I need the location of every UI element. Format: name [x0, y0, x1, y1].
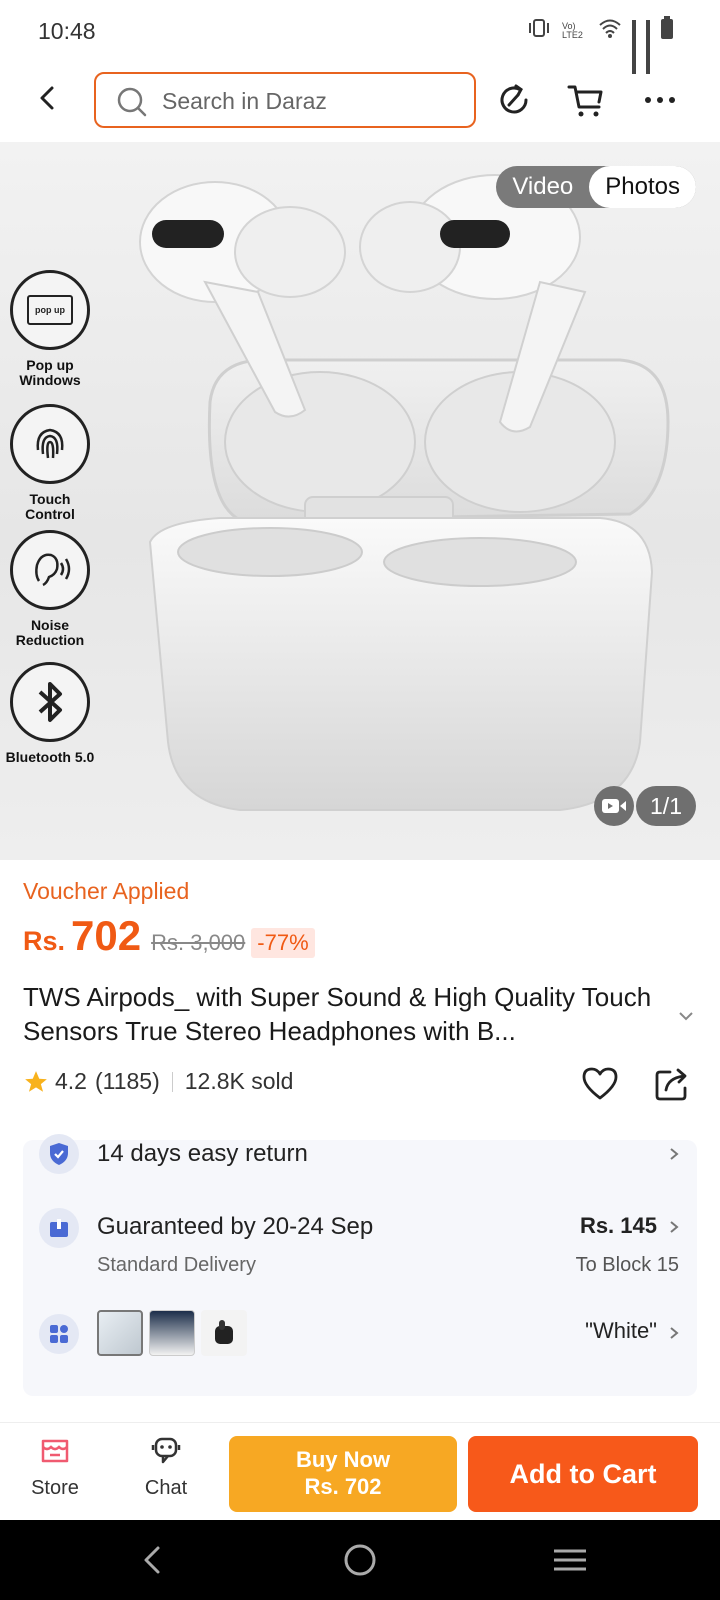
back-button[interactable] [30, 80, 66, 116]
rating-row[interactable]: 4.2 (1185) 12.8K sold [23, 1068, 293, 1095]
more-options-button[interactable] [640, 80, 680, 120]
wifi-icon [598, 17, 622, 44]
status-icons: Vo) LTE2 [526, 16, 674, 74]
cart-button[interactable] [566, 80, 606, 120]
variant-thumbnail-dark[interactable] [149, 1310, 195, 1356]
buy-now-label: Buy Now [295, 1447, 391, 1472]
chevron-right-icon [670, 1221, 679, 1233]
store-icon [41, 1439, 69, 1463]
shield-check-icon [39, 1134, 79, 1174]
store-button[interactable]: Store [15, 1433, 95, 1500]
more-icon [645, 97, 675, 103]
rating-value: 4.2 [55, 1068, 87, 1094]
delivery-type: Standard Delivery [97, 1254, 256, 1276]
divider [171, 1071, 173, 1092]
system-navigation-bar [0, 1520, 720, 1600]
wishlist-button[interactable] [580, 1064, 620, 1104]
discount-badge: -77% [251, 928, 315, 958]
chevron-down-icon[interactable] [676, 1006, 696, 1026]
battery-icon [660, 16, 674, 45]
bottom-action-bar: Store Chat Buy Now Rs. 702 Add to Cart [0, 1422, 720, 1520]
chevron-right-icon [670, 1148, 679, 1160]
earbuds-product-image [139, 174, 670, 811]
share-icon [655, 1068, 687, 1101]
system-menu-icon[interactable] [550, 1540, 590, 1580]
delivery-fee: Rs. 145 [579, 1213, 657, 1238]
feature-label: Bluetooth 5.0 [5, 749, 95, 765]
feature-label: Touch Control [25, 491, 75, 522]
video-camera-icon [602, 799, 626, 813]
signal-icon-1 [632, 19, 636, 74]
price-row: Rs. 702 Rs. 3,000 -77% [23, 912, 315, 960]
search-icon [117, 87, 147, 117]
variants-grid-icon [39, 1314, 79, 1354]
buy-now-button[interactable]: Buy Now Rs. 702 [229, 1436, 457, 1512]
popup-icon-text: pop up [27, 295, 73, 325]
original-price: Rs. 3,000 [151, 930, 246, 955]
system-home-icon[interactable] [340, 1540, 380, 1580]
heart-icon [582, 1067, 618, 1100]
delivery-box-icon [39, 1208, 79, 1248]
fingerprint-icon [10, 404, 90, 484]
tab-photos[interactable]: Photos [589, 166, 696, 208]
delivery-location: To Block 15 [575, 1254, 679, 1276]
media-toggle: Video Photos [496, 166, 696, 208]
refresh-button[interactable] [494, 80, 534, 120]
network-type-label: Vo) LTE2 [562, 20, 583, 40]
star-icon [25, 1070, 47, 1092]
image-counter: 1/1 [636, 786, 696, 826]
sold-count: 12.8K sold [184, 1068, 294, 1094]
return-policy-text: 14 days easy return [97, 1140, 308, 1167]
product-page: 10:48 Vo) LTE2 Search in Daraz Video Pho… [0, 0, 720, 1600]
review-count: (1185) [94, 1068, 160, 1094]
feature-touch: Touch Control [4, 404, 96, 522]
search-input[interactable]: Search in Daraz [94, 72, 476, 128]
search-placeholder: Search in Daraz [162, 88, 327, 114]
chat-icon [151, 1437, 181, 1464]
cart-icon [567, 85, 603, 117]
store-label: Store [31, 1477, 79, 1499]
voucher-label: Voucher Applied [23, 878, 190, 904]
status-bar: 10:48 Vo) LTE2 [0, 0, 720, 74]
chat-button[interactable]: Chat [126, 1433, 206, 1500]
popup-window-icon: pop up [10, 270, 90, 350]
status-time: 10:48 [38, 18, 96, 44]
feature-noise: Noise Reduction [4, 530, 96, 648]
product-title: TWS Airpods_ with Super Sound & High Qua… [23, 982, 652, 1046]
feature-bluetooth: Bluetooth 5.0 [4, 662, 96, 765]
buy-now-price: Rs. 702 [304, 1474, 382, 1499]
vibrate-icon [526, 17, 552, 44]
video-camera-button[interactable] [594, 786, 634, 826]
signal-icon-2 [646, 19, 650, 74]
chat-label: Chat [144, 1477, 188, 1499]
add-to-cart-button[interactable]: Add to Cart [468, 1436, 698, 1512]
top-header: Search in Daraz [0, 62, 720, 142]
chevron-left-icon [40, 86, 54, 110]
bluetooth-icon [10, 662, 90, 742]
feature-label: Noise Reduction [15, 617, 85, 648]
variant-thumbnail-white[interactable] [97, 1310, 143, 1356]
delivery-guarantee: Guaranteed by 20-24 Sep [97, 1213, 374, 1240]
chevron-right-icon [670, 1327, 679, 1339]
system-back-icon[interactable] [134, 1540, 174, 1580]
delivery-info-card: 14 days easy return Guaranteed by 20-24 … [23, 1134, 697, 1396]
feature-popup: pop up Pop up Windows [4, 270, 96, 388]
variant-thumbnail-black[interactable] [201, 1310, 247, 1356]
feature-label: Pop up Windows [19, 357, 81, 388]
price-value: 702 [71, 912, 142, 959]
tab-video[interactable]: Video [496, 166, 589, 208]
product-image-gallery[interactable]: Video Photos pop up Pop up Windows Touch… [0, 142, 720, 860]
price-currency: Rs. [23, 926, 66, 956]
share-button[interactable] [652, 1064, 692, 1104]
selected-variant: "White" [585, 1318, 657, 1343]
variant-thumbnails [97, 1310, 247, 1356]
refresh-icon [500, 84, 528, 114]
ear-icon [10, 530, 90, 610]
